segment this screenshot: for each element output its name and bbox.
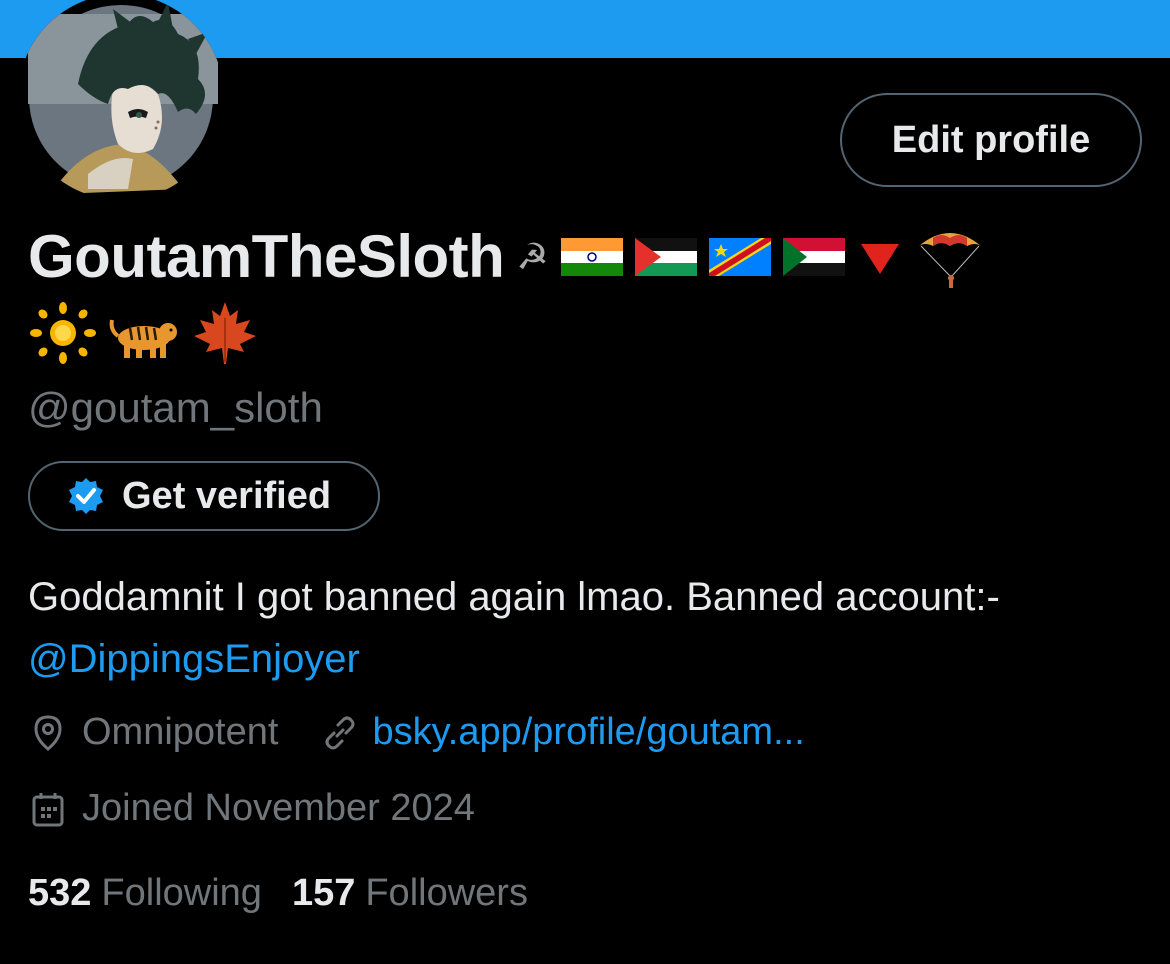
edit-profile-button[interactable]: Edit profile (840, 93, 1142, 187)
display-name: GoutamTheSloth (28, 223, 505, 290)
link-icon (325, 716, 355, 749)
parachute-icon (918, 232, 981, 288)
palestine-flag-icon (634, 237, 697, 276)
followers-label: Followers (365, 872, 528, 914)
india-flag-icon (560, 237, 623, 276)
followers-count: 157 (291, 872, 356, 914)
verified-badge-icon (69, 478, 103, 514)
get-verified-button[interactable]: Get verified (28, 461, 380, 531)
location-item: Omnipotent (28, 711, 278, 754)
profile-avatar[interactable] (18, 0, 224, 200)
edit-profile-label: Edit profile (891, 118, 1091, 161)
tiger-icon (109, 319, 177, 358)
display-name-row: GoutamTheSloth ☭ (28, 222, 985, 291)
website-item[interactable]: bsky.app/profile/goutam... (320, 711, 805, 754)
profile-meta-row: Omnipotent bsky.app/profile/goutam... (28, 711, 805, 754)
website-link[interactable]: bsky.app/profile/goutam... (372, 711, 804, 754)
bio-text: Goddamnit I got banned again lmao. Banne… (28, 575, 1000, 619)
following-stat[interactable]: 532 Following (28, 872, 262, 915)
anime-avatar-icon (28, 2, 218, 194)
calendar-icon (32, 792, 64, 826)
bio-mention-link[interactable]: @DippingsEnjoyer (28, 628, 1148, 690)
red-triangle-down-icon (860, 243, 899, 274)
follow-stats-row: 532 Following 157 Followers (28, 872, 528, 915)
location-pin-icon (34, 714, 62, 751)
sudan-flag-icon (782, 237, 845, 276)
location-text: Omnipotent (82, 711, 279, 753)
hammer-sickle-emoji: ☭ (516, 235, 549, 277)
profile-bio: Goddamnit I got banned again lmao. Banne… (28, 566, 1148, 690)
following-count: 532 (28, 872, 92, 914)
maple-leaf-icon (194, 302, 256, 364)
name-emojis-line-1: ☭ (516, 224, 984, 290)
get-verified-label: Get verified (122, 474, 332, 517)
joined-row: Joined November 2024 (28, 787, 475, 830)
profile-handle: @goutam_sloth (28, 384, 323, 431)
bright-sun-icon (30, 302, 96, 364)
name-emojis-line-2 (28, 298, 260, 368)
joined-text: Joined November 2024 (82, 787, 475, 829)
followers-stat[interactable]: 157 Followers (292, 872, 528, 915)
following-label: Following (101, 872, 262, 914)
dr-congo-flag-icon (708, 237, 771, 276)
